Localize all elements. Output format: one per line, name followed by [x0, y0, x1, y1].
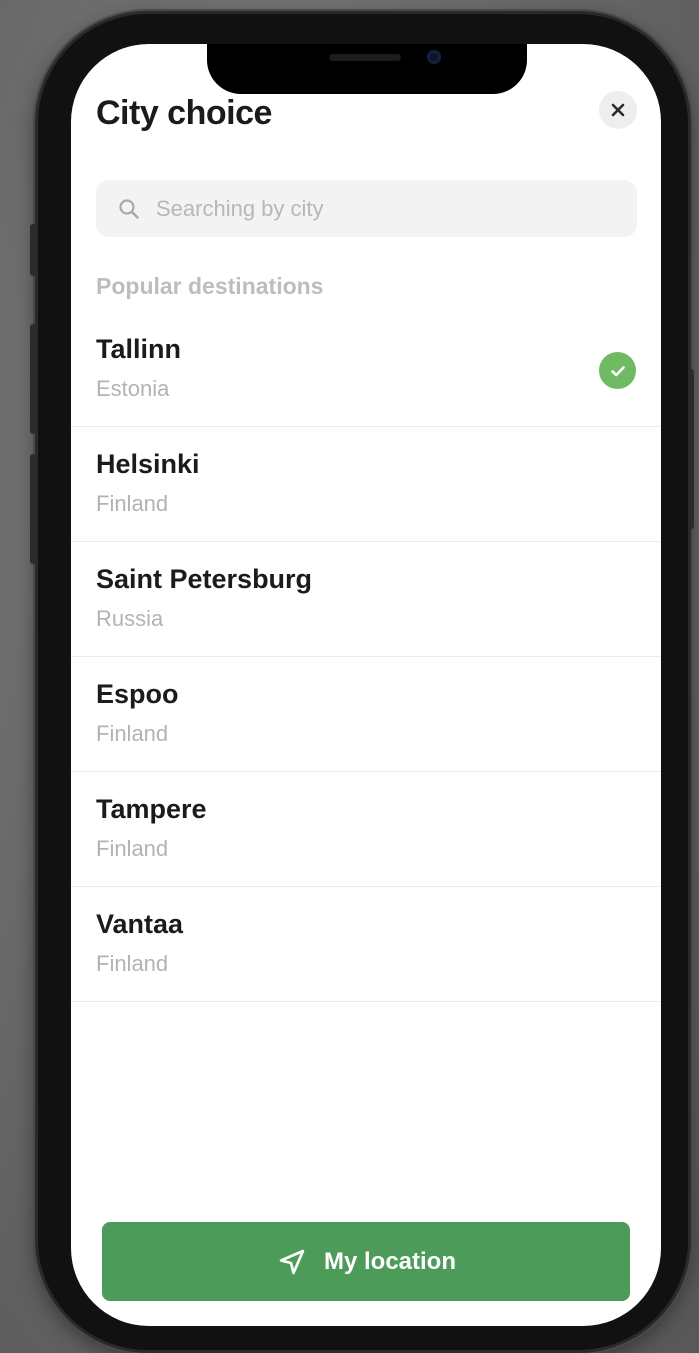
- my-location-label: My location: [323, 1247, 456, 1275]
- front-camera: [427, 50, 441, 64]
- city-item-tampere[interactable]: Tampere Finland: [71, 772, 661, 887]
- phone-notch: [207, 44, 527, 94]
- city-country: Russia: [96, 606, 164, 631]
- city-name: Helsinki: [96, 449, 200, 479]
- app-screen: City choice Popular destinations Tallinn…: [71, 44, 661, 1326]
- search-input[interactable]: [154, 194, 618, 223]
- search-icon: [116, 196, 142, 222]
- navigation-arrow-icon: [279, 1249, 305, 1274]
- close-icon: [611, 103, 625, 117]
- page-title: City choice: [96, 94, 272, 132]
- speaker-grille: [329, 54, 401, 61]
- city-name: Saint Petersburg: [96, 564, 313, 594]
- phone-power-button: [688, 369, 694, 529]
- city-country: Finland: [96, 836, 169, 861]
- city-country: Finland: [96, 951, 169, 976]
- city-country: Estonia: [96, 376, 170, 401]
- close-button[interactable]: [599, 91, 637, 129]
- city-list: Tallinn Estonia Helsinki Finland Saint P…: [71, 312, 661, 1002]
- section-heading-popular: Popular destinations: [96, 273, 324, 299]
- phone-volume-up-button: [30, 324, 36, 434]
- my-location-button[interactable]: My location: [102, 1222, 630, 1301]
- city-name: Tallinn: [96, 334, 181, 364]
- city-item-tallinn[interactable]: Tallinn Estonia: [71, 312, 661, 427]
- city-name: Tampere: [96, 794, 207, 824]
- city-name: Espoo: [96, 679, 179, 709]
- selected-check-icon: [599, 352, 636, 389]
- city-item-saint-petersburg[interactable]: Saint Petersburg Russia: [71, 542, 661, 657]
- phone-volume-down-button: [30, 454, 36, 564]
- city-country: Finland: [96, 721, 169, 746]
- city-item-vantaa[interactable]: Vantaa Finland: [71, 887, 661, 1002]
- city-item-helsinki[interactable]: Helsinki Finland: [71, 427, 661, 542]
- search-bar[interactable]: [96, 180, 637, 237]
- city-item-espoo[interactable]: Espoo Finland: [71, 657, 661, 772]
- city-name: Vantaa: [96, 909, 184, 939]
- phone-side-button: [30, 224, 36, 276]
- city-country: Finland: [96, 491, 169, 516]
- phone-frame: City choice Popular destinations Tallinn…: [30, 14, 694, 1350]
